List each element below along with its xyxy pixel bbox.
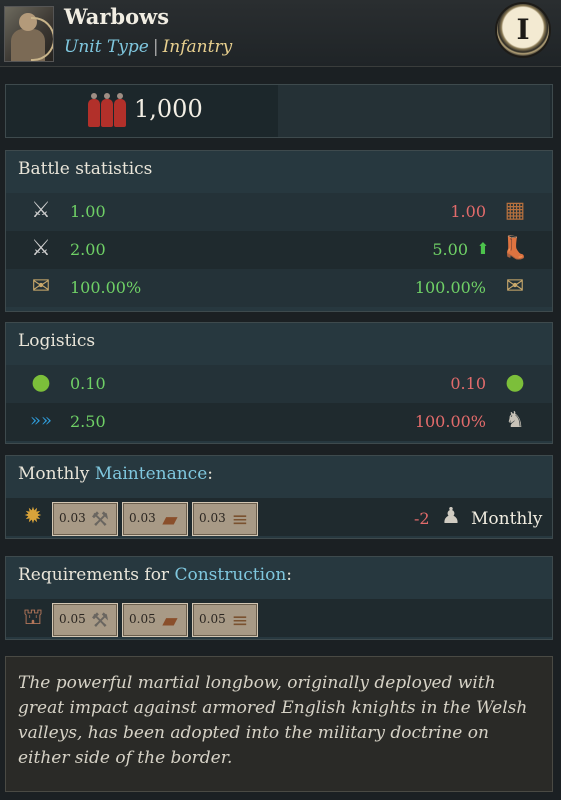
food-icon[interactable]: ●: [26, 369, 56, 397]
unit-class-cell: [278, 85, 550, 137]
discipline-icon[interactable]: ✉: [500, 273, 530, 301]
stat-row: ⚔ 2.00 5.00 ⬆ 👢: [6, 231, 552, 269]
attrition-value: 100.00%: [414, 412, 486, 431]
weapons-cost[interactable]: 0.03 ⚒: [52, 502, 118, 536]
logistics-panel: Logistics ● 0.10 0.10 ● »» 2.50 100.00% …: [5, 322, 553, 444]
unit-size-panel: 1,000: [5, 84, 553, 138]
supply-value: 0.10: [450, 374, 486, 393]
maintenance-link[interactable]: Maintenance: [95, 464, 207, 484]
unit-type-separator: |: [152, 37, 159, 57]
stat-row: »» 2.50 100.00% ♞: [6, 403, 552, 441]
cost-row: ✹ 0.03 ⚒ 0.03 ▰ 0.03 ≡ -2 ♟ Monthly: [6, 498, 552, 536]
movement-value: 2.50: [70, 412, 106, 431]
armor-value: 1.00: [450, 202, 486, 221]
stat-row: ⚔ 1.00 1.00 ▦: [6, 193, 552, 231]
leather-cost[interactable]: 0.03 ▰: [122, 502, 188, 536]
section-title: Battle statistics: [18, 159, 153, 179]
armor-icon[interactable]: ▦: [500, 197, 530, 225]
wood-icon: ≡: [231, 507, 249, 531]
ranged-attack-icon[interactable]: ⚔: [26, 235, 56, 263]
stat-row: ✉ 100.00% 100.00% ✉: [6, 269, 552, 307]
unit-description: The powerful martial longbow, originally…: [18, 673, 528, 768]
maintenance-panel: Monthly Maintenance: ✹ 0.03 ⚒ 0.03 ▰ 0.03 ≡…: [5, 455, 553, 539]
section-title: Requirements for Construction:: [18, 565, 292, 585]
unit-type-label[interactable]: Unit Type: [64, 37, 149, 57]
unit-header: Warbows Unit Type | Infantry I: [0, 0, 561, 67]
maintenance-period: Monthly: [471, 509, 543, 529]
section-title: Monthly Maintenance:: [18, 464, 213, 484]
discipline-value: 100.00%: [414, 278, 486, 297]
unit-type-line: Unit Type | Infantry: [64, 37, 232, 57]
weapons-icon: ⚒: [91, 507, 109, 531]
wood-cost[interactable]: 0.03 ≡: [192, 502, 258, 536]
wood-cost[interactable]: 0.05 ≡: [192, 603, 258, 637]
description-panel: The powerful martial longbow, originally…: [5, 656, 553, 792]
stat-row: ● 0.10 0.10 ●: [6, 365, 552, 403]
speed-value: 5.00: [432, 240, 468, 259]
men-count-cell: 1,000: [6, 85, 278, 137]
manpower-cost: -2: [414, 509, 430, 528]
construction-panel: Requirements for Construction: ⛫ 0.05 ⚒ 0…: [5, 556, 553, 640]
leather-cost[interactable]: 0.05 ▰: [122, 603, 188, 637]
men-count: 1,000: [134, 95, 203, 123]
men-icon: [86, 93, 128, 127]
section-title: Logistics: [18, 331, 96, 351]
food-value: 0.10: [70, 374, 106, 393]
unit-portrait-icon: [4, 6, 54, 62]
weapons-icon: ⚒: [91, 608, 109, 632]
manpower-icon[interactable]: ♟: [436, 503, 466, 531]
movement-icon[interactable]: »»: [26, 407, 56, 435]
melee-attack-icon[interactable]: ⚔: [26, 197, 56, 225]
unit-type-value: Infantry: [162, 37, 233, 57]
battle-statistics-panel: Battle statistics ⚔ 1.00 1.00 ▦ ⚔ 2.00 5…: [5, 150, 553, 312]
unit-name: Warbows: [64, 4, 170, 29]
ranged-attack-value: 2.00: [70, 240, 106, 259]
attrition-icon[interactable]: ♞: [500, 407, 530, 435]
tier-badge-icon: I: [497, 4, 549, 56]
wood-icon: ≡: [231, 608, 249, 632]
supply-icon[interactable]: ●: [500, 369, 530, 397]
construction-link[interactable]: Construction: [174, 565, 286, 585]
leather-icon: ▰: [162, 507, 178, 531]
melee-attack-value: 1.00: [70, 202, 106, 221]
morale-value: 100.00%: [70, 278, 142, 297]
weapons-cost[interactable]: 0.05 ⚒: [52, 603, 118, 637]
leather-icon: ▰: [162, 608, 178, 632]
cost-row: ⛫ 0.05 ⚒ 0.05 ▰ 0.05 ≡: [6, 599, 552, 637]
workshop-icon[interactable]: ⛫: [18, 604, 48, 632]
increase-arrow-icon: ⬆: [476, 239, 490, 258]
gold-icon[interactable]: ✹: [18, 503, 48, 531]
speed-icon[interactable]: 👢: [500, 235, 530, 263]
tier-label: I: [516, 13, 530, 46]
morale-icon[interactable]: ✉: [26, 273, 56, 301]
